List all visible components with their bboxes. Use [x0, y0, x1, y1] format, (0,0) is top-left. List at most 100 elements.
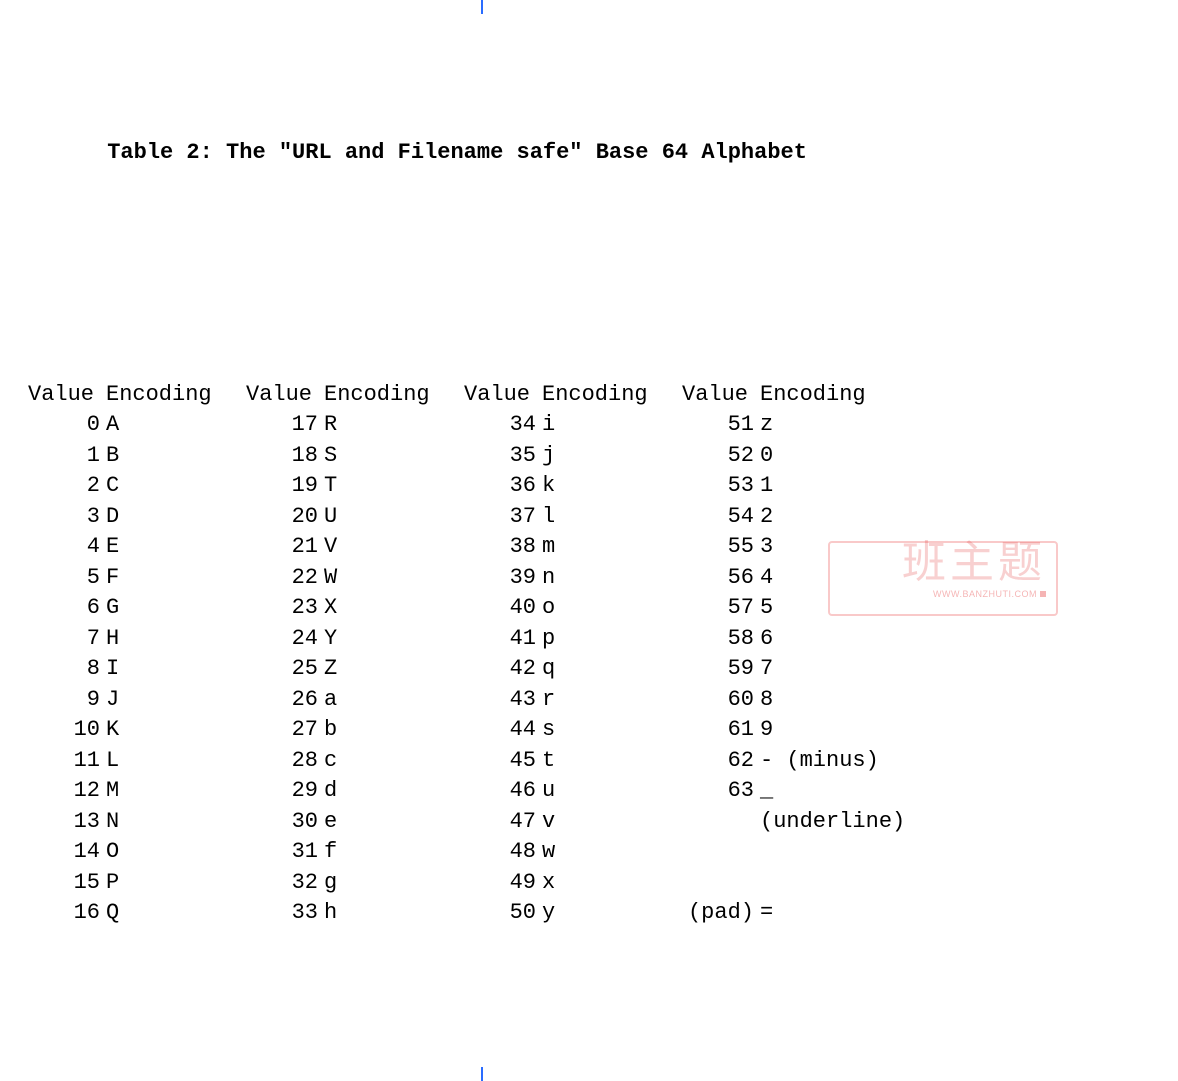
encoding-cell: W — [318, 563, 464, 594]
value-cell: 58 — [682, 624, 754, 655]
value-cell: 51 — [682, 410, 754, 441]
encoding-cell: C — [100, 471, 246, 502]
value-cell: 35 — [464, 441, 536, 472]
value-cell: 33 — [246, 898, 318, 929]
encoding-cell: 6 — [754, 624, 900, 655]
value-cell: 62 — [682, 746, 754, 777]
encoding-cell: P — [100, 868, 246, 899]
encoding-cell: V — [318, 532, 464, 563]
value-cell: 38 — [464, 532, 536, 563]
encoding-cell: G — [100, 593, 246, 624]
table-row: 13N30e47v(underline) — [28, 807, 1178, 838]
value-cell: 49 — [464, 868, 536, 899]
encoding-cell: h — [318, 898, 464, 929]
value-cell: 18 — [246, 441, 318, 472]
table-row: 12M29d46u63_ — [28, 776, 1178, 807]
table-row: 4E21V38m553 — [28, 532, 1178, 563]
header-encoding-col2: Encoding — [536, 380, 682, 411]
encoding-cell: 7 — [754, 654, 900, 685]
value-cell: 4 — [28, 532, 100, 563]
encoding-cell: 9 — [754, 715, 900, 746]
header-row: ValueEncodingValueEncodingValueEncodingV… — [28, 380, 1178, 411]
encoding-cell: v — [536, 807, 682, 838]
text-cursor-bottom — [481, 1067, 483, 1081]
value-cell: 48 — [464, 837, 536, 868]
value-cell: 19 — [246, 471, 318, 502]
encoding-cell: t — [536, 746, 682, 777]
header-encoding-col0: Encoding — [100, 380, 246, 411]
header-value-col2: Value — [464, 380, 536, 411]
encoding-cell: u — [536, 776, 682, 807]
header-encoding-col3: Encoding — [754, 380, 900, 411]
encoding-cell: x — [536, 868, 682, 899]
encoding-cell: M — [100, 776, 246, 807]
encoding-cell: 8 — [754, 685, 900, 716]
spacer — [28, 268, 1178, 288]
value-cell: 56 — [682, 563, 754, 594]
value-cell: 54 — [682, 502, 754, 533]
value-cell: 12 — [28, 776, 100, 807]
encoding-cell: 5 — [754, 593, 900, 624]
encoding-cell: H — [100, 624, 246, 655]
value-cell: 27 — [246, 715, 318, 746]
encoding-cell: k — [536, 471, 682, 502]
value-cell: 20 — [246, 502, 318, 533]
value-cell: 24 — [246, 624, 318, 655]
encoding-cell: T — [318, 471, 464, 502]
encoding-cell: - (minus) — [754, 746, 900, 777]
header-encoding-col1: Encoding — [318, 380, 464, 411]
encoding-cell: S — [318, 441, 464, 472]
value-cell: 8 — [28, 654, 100, 685]
encoding-cell: d — [318, 776, 464, 807]
value-cell: 55 — [682, 532, 754, 563]
value-cell: 22 — [246, 563, 318, 594]
value-cell: 25 — [246, 654, 318, 685]
table-row: 7H24Y41p586 — [28, 624, 1178, 655]
document-page: Table 2: The "URL and Filename safe" Bas… — [0, 0, 1178, 1081]
encoding-cell: a — [318, 685, 464, 716]
value-cell: 14 — [28, 837, 100, 868]
value-cell: 46 — [464, 776, 536, 807]
encoding-cell: N — [100, 807, 246, 838]
value-cell: 17 — [246, 410, 318, 441]
value-cell: 13 — [28, 807, 100, 838]
table-row: 14O31f48w — [28, 837, 1178, 868]
encoding-cell: R — [318, 410, 464, 441]
encoding-cell: n — [536, 563, 682, 594]
encoding-cell: b — [318, 715, 464, 746]
value-cell: 61 — [682, 715, 754, 746]
encoding-cell: c — [318, 746, 464, 777]
header-value-col0: Value — [28, 380, 100, 411]
value-cell: 9 — [28, 685, 100, 716]
encoding-cell: A — [100, 410, 246, 441]
value-cell: 28 — [246, 746, 318, 777]
encoding-cell: E — [100, 532, 246, 563]
table-row: 11L28c45t62- (minus) — [28, 746, 1178, 777]
table-row: 1B18S35j520 — [28, 441, 1178, 472]
value-cell: 3 — [28, 502, 100, 533]
encoding-cell: q — [536, 654, 682, 685]
value-cell: 52 — [682, 441, 754, 472]
value-cell: 40 — [464, 593, 536, 624]
table-title: Table 2: The "URL and Filename safe" Bas… — [28, 138, 1178, 177]
value-cell: 6 — [28, 593, 100, 624]
encoding-cell: 1 — [754, 471, 900, 502]
value-cell: 57 — [682, 593, 754, 624]
table-row: 6G23X40o575 — [28, 593, 1178, 624]
title-indent — [28, 140, 107, 165]
encoding-cell: (underline) — [754, 807, 900, 838]
value-cell: 41 — [464, 624, 536, 655]
encoding-cell: B — [100, 441, 246, 472]
encoding-cell: D — [100, 502, 246, 533]
encoding-cell: s — [536, 715, 682, 746]
encoding-cell: F — [100, 563, 246, 594]
encoding-cell: X — [318, 593, 464, 624]
encoding-cell: Z — [318, 654, 464, 685]
value-cell: 37 — [464, 502, 536, 533]
value-cell: 10 — [28, 715, 100, 746]
encoding-cell: U — [318, 502, 464, 533]
value-cell: 60 — [682, 685, 754, 716]
table-row: 5F22W39n564 — [28, 563, 1178, 594]
value-cell: 43 — [464, 685, 536, 716]
table-row: 0A17R34i51z — [28, 410, 1178, 441]
